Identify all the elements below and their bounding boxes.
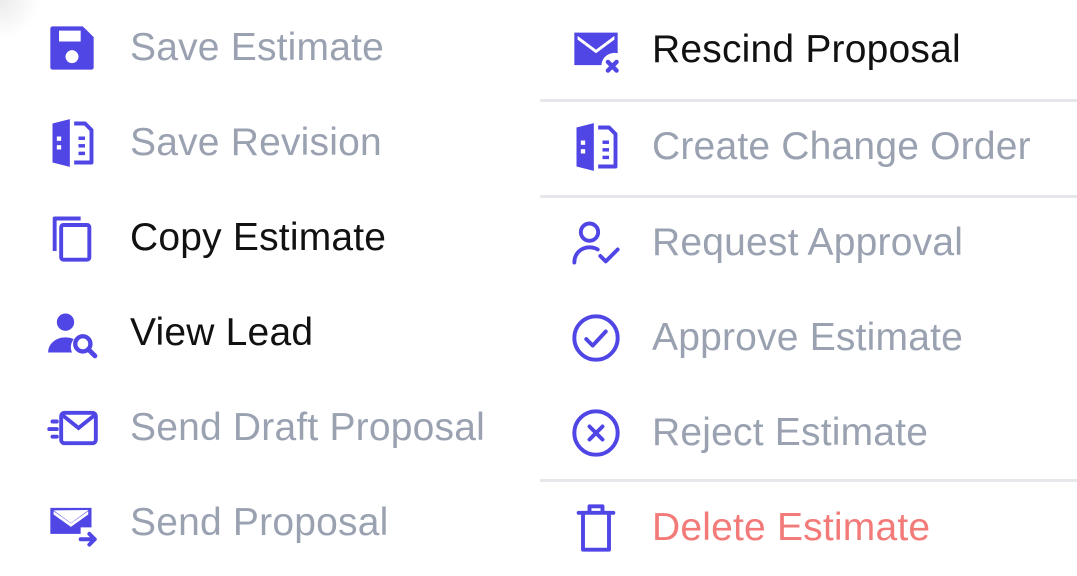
menu-left-column: Save Estimate Save Revision Copy Estimat… xyxy=(46,0,536,570)
menu-item-label: Rescind Proposal xyxy=(652,27,961,71)
menu-item-save-revision[interactable]: Save Revision xyxy=(46,95,536,190)
menu-item-label: Delete Estimate xyxy=(652,505,931,549)
check-circle-icon xyxy=(570,310,626,366)
trash-icon xyxy=(570,500,626,556)
menu-item-approve-estimate[interactable]: Approve Estimate xyxy=(540,290,1077,385)
menu-item-send-draft-proposal[interactable]: Send Draft Proposal xyxy=(46,380,536,475)
menu-item-label: Send Draft Proposal xyxy=(130,405,485,449)
mail-x-icon xyxy=(570,22,626,78)
copy-icon xyxy=(46,210,102,266)
estimate-actions-menu: Save Estimate Save Revision Copy Estimat… xyxy=(0,0,1077,576)
menu-item-copy-estimate[interactable]: Copy Estimate xyxy=(46,190,536,285)
menu-item-rescind-proposal[interactable]: Rescind Proposal xyxy=(540,0,1077,99)
menu-item-label: View Lead xyxy=(130,310,314,354)
revision-document-icon xyxy=(46,115,102,171)
menu-item-label: Copy Estimate xyxy=(130,215,387,259)
menu-item-delete-estimate[interactable]: Delete Estimate xyxy=(540,480,1077,575)
menu-item-label: Request Approval xyxy=(652,220,964,264)
menu-item-request-approval[interactable]: Request Approval xyxy=(540,195,1077,290)
change-order-document-icon xyxy=(570,119,626,175)
menu-corner-shadow xyxy=(0,0,40,40)
menu-item-save-estimate[interactable]: Save Estimate xyxy=(46,0,536,95)
menu-item-label: Send Proposal xyxy=(130,500,389,544)
menu-item-label: Approve Estimate xyxy=(652,315,964,359)
menu-item-label: Save Revision xyxy=(130,120,382,164)
menu-item-label: Save Estimate xyxy=(130,25,385,69)
menu-item-create-change-order[interactable]: Create Change Order xyxy=(540,99,1077,195)
save-icon xyxy=(46,20,102,76)
menu-right-column: Rescind Proposal Create Change Order Req… xyxy=(540,0,1077,575)
menu-item-label: Reject Estimate xyxy=(652,410,929,454)
user-check-icon xyxy=(570,215,626,271)
menu-item-view-lead[interactable]: View Lead xyxy=(46,285,536,380)
menu-item-send-proposal[interactable]: Send Proposal xyxy=(46,475,536,570)
menu-item-label: Create Change Order xyxy=(652,125,1031,168)
user-search-icon xyxy=(46,305,102,361)
menu-item-reject-estimate[interactable]: Reject Estimate xyxy=(540,385,1077,480)
x-circle-icon xyxy=(570,405,626,461)
send-mail-icon xyxy=(46,400,102,456)
mail-forward-icon xyxy=(46,495,102,551)
